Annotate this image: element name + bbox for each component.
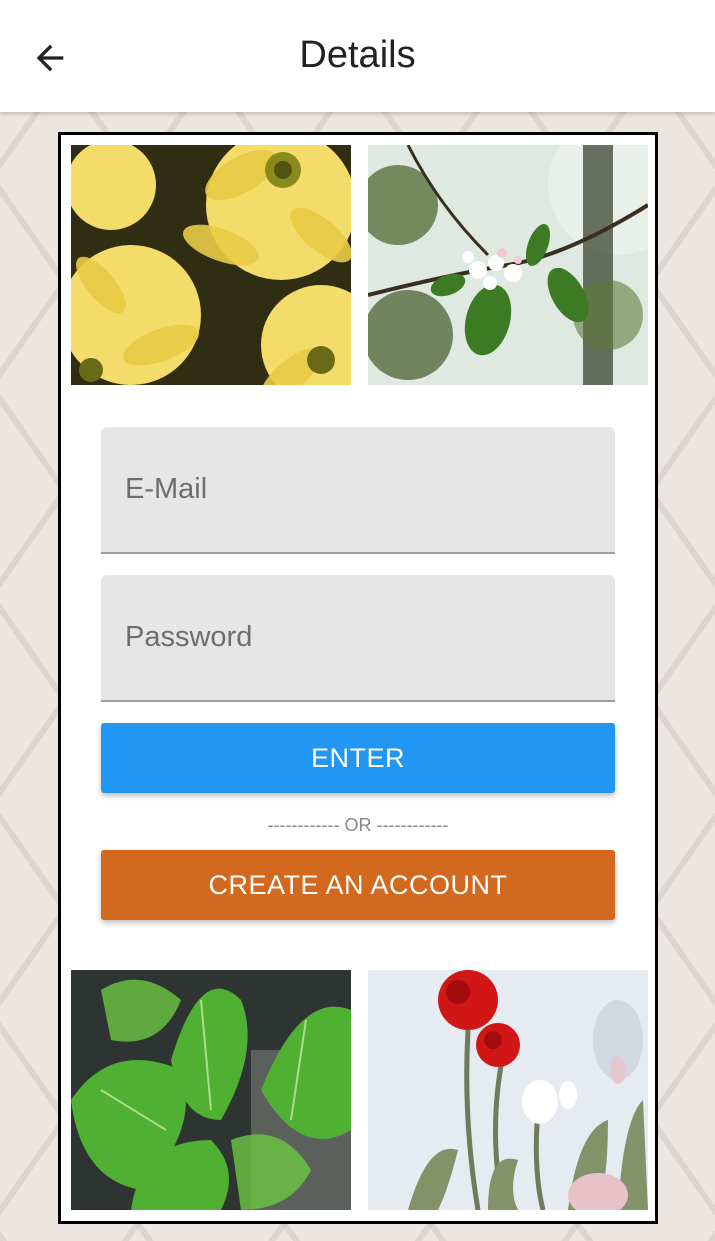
email-field[interactable]	[101, 427, 615, 554]
password-field[interactable]	[101, 575, 615, 702]
enter-button[interactable]: ENTER	[101, 723, 615, 793]
login-card: ENTER ------------ OR ------------ CREAT…	[58, 132, 658, 1224]
password-input[interactable]	[101, 575, 615, 700]
email-input[interactable]	[101, 427, 615, 552]
photo-yellow-flowers	[71, 145, 351, 385]
create-account-button[interactable]: CREATE AN ACCOUNT	[101, 850, 615, 920]
photo-white-blossoms	[368, 145, 648, 385]
photo-tulips	[368, 970, 648, 1210]
photo-green-leaves	[71, 970, 351, 1210]
or-separator: ------------ OR ------------	[267, 815, 449, 835]
app-bar: Details	[0, 0, 715, 112]
page-title: Details	[299, 34, 416, 76]
